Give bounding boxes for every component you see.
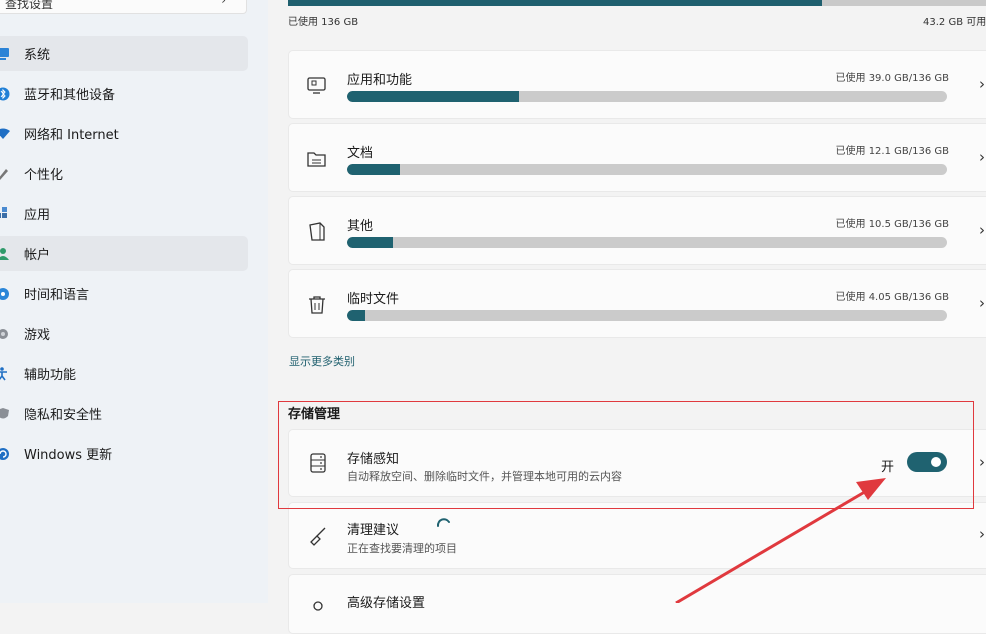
toggle-knob	[931, 457, 941, 467]
sidebar-item-label: 辅助功能	[24, 368, 77, 383]
sidebar-item-network[interactable]: 网络和 Internet	[0, 116, 248, 151]
advanced-storage-title: 高级存储设置	[347, 596, 426, 611]
chevron-right-icon: ›	[979, 294, 985, 312]
sidebar-item-accounts[interactable]: 帐户	[0, 236, 248, 271]
storage-management-heading: 存储管理	[288, 407, 341, 422]
storage-sense-description: 自动释放空间、删除临时文件，并管理本地可用的云内容	[347, 470, 622, 483]
total-usage-bar	[288, 0, 986, 6]
category-usage-fill	[347, 91, 520, 102]
category-used: 已使用 12.1 GB/136 GB	[835, 146, 949, 157]
chevron-right-icon: ›	[979, 75, 985, 93]
storage-sense-toggle[interactable]	[907, 452, 947, 472]
category-temp-files[interactable]: 临时文件 已使用 4.05 GB/136 GB ›	[288, 269, 986, 338]
cleanup-recommendations-card[interactable]: 清理建议 正在查找要清理的项目 ›	[288, 502, 986, 569]
sidebar-item-personalization[interactable]: 个性化	[0, 156, 248, 191]
sidebar-item-label: 网络和 Internet	[24, 128, 119, 143]
available-text: 43.2 GB 可用	[923, 17, 986, 28]
total-used-text: 已使用 136 GB	[288, 17, 359, 28]
sidebar-item-time-language[interactable]: 时间和语言	[0, 276, 248, 311]
sidebar-item-label: 游戏	[24, 328, 51, 343]
broom-icon	[310, 527, 326, 546]
sidebar-item-label: 个性化	[24, 168, 64, 183]
storage-sense-title: 存储感知	[347, 452, 400, 467]
sidebar-item-system[interactable]: 系统	[0, 36, 248, 71]
category-apps-features[interactable]: 应用和功能 已使用 39.0 GB/136 GB ›	[288, 50, 986, 119]
folder-icon	[307, 152, 326, 167]
sidebar-item-accessibility[interactable]: 辅助功能	[0, 356, 248, 391]
sidebar-item-windows-update[interactable]: Windows 更新	[0, 436, 248, 471]
apps-icon	[0, 206, 10, 221]
category-usage-fill	[347, 237, 394, 248]
advanced-settings-icon	[313, 601, 323, 611]
category-used: 已使用 39.0 GB/136 GB	[835, 73, 949, 84]
globe-icon	[0, 287, 10, 301]
gamepad-icon	[0, 327, 10, 341]
loading-spinner-icon	[436, 518, 450, 527]
wifi-icon	[0, 127, 10, 141]
storage-sense-state: 开	[881, 460, 895, 475]
search-chevron-icon: ›	[221, 0, 226, 7]
category-usage-fill	[347, 310, 365, 321]
main-content: 已使用 136 GB 43.2 GB 可用 应用和功能 已使用 39.0 GB/…	[268, 0, 986, 634]
category-used: 已使用 4.05 GB/136 GB	[835, 292, 949, 303]
category-usage-bar	[347, 91, 947, 102]
system-icon	[0, 47, 10, 61]
chevron-right-icon: ›	[979, 221, 985, 239]
total-usage-fill	[288, 0, 822, 6]
search-input[interactable]: 查找设置 ›	[0, 0, 247, 14]
advanced-storage-settings-card[interactable]: 高级存储设置	[288, 574, 986, 634]
search-text: 查找设置	[5, 0, 54, 11]
category-name: 文档	[347, 146, 374, 161]
other-file-icon	[309, 222, 325, 241]
update-icon	[0, 447, 10, 461]
category-name: 临时文件	[347, 292, 400, 307]
pen-icon	[0, 167, 10, 181]
accessibility-icon	[0, 366, 10, 381]
sidebar-item-label: 应用	[24, 208, 51, 223]
show-more-categories-link[interactable]: 显示更多类别	[289, 353, 355, 369]
category-name: 应用和功能	[347, 73, 413, 88]
sidebar-item-label: 隐私和安全性	[24, 408, 103, 423]
sidebar-item-label: Windows 更新	[24, 448, 113, 463]
category-usage-bar	[347, 164, 947, 175]
category-documents[interactable]: 文档 已使用 12.1 GB/136 GB ›	[288, 123, 986, 192]
sidebar-item-gaming[interactable]: 游戏	[0, 316, 248, 351]
shield-icon	[0, 407, 10, 421]
bluetooth-icon	[0, 87, 10, 101]
chevron-right-icon: ›	[979, 148, 985, 166]
sidebar-item-bluetooth[interactable]: 蓝牙和其他设备	[0, 76, 248, 111]
category-usage-bar	[347, 310, 947, 321]
sidebar-item-label: 系统	[24, 48, 51, 63]
cleanup-title: 清理建议	[347, 523, 400, 538]
sidebar-item-apps[interactable]: 应用	[0, 196, 248, 231]
category-other[interactable]: 其他 已使用 10.5 GB/136 GB ›	[288, 196, 986, 265]
category-name: 其他	[347, 219, 374, 234]
category-usage-bar	[347, 237, 947, 248]
chevron-right-icon: ›	[979, 525, 985, 543]
apps-features-icon	[307, 77, 326, 94]
trash-icon	[309, 296, 325, 314]
chevron-right-icon: ›	[979, 453, 985, 471]
category-usage-fill	[347, 164, 401, 175]
sidebar-item-label: 帐户	[24, 248, 51, 263]
sidebar: 查找设置 › 系统 蓝牙和其他设备 网络和 Internet 个性化 应用 帐户…	[0, 0, 268, 603]
account-icon	[0, 247, 10, 261]
storage-sense-card[interactable]: 存储感知 自动释放空间、删除临时文件，并管理本地可用的云内容 开 ›	[288, 429, 986, 497]
storage-drive-icon	[310, 453, 326, 473]
category-used: 已使用 10.5 GB/136 GB	[835, 219, 949, 230]
cleanup-description: 正在查找要清理的项目	[347, 542, 457, 555]
sidebar-item-label: 蓝牙和其他设备	[24, 88, 116, 103]
sidebar-item-label: 时间和语言	[24, 288, 90, 303]
sidebar-item-privacy[interactable]: 隐私和安全性	[0, 396, 248, 431]
